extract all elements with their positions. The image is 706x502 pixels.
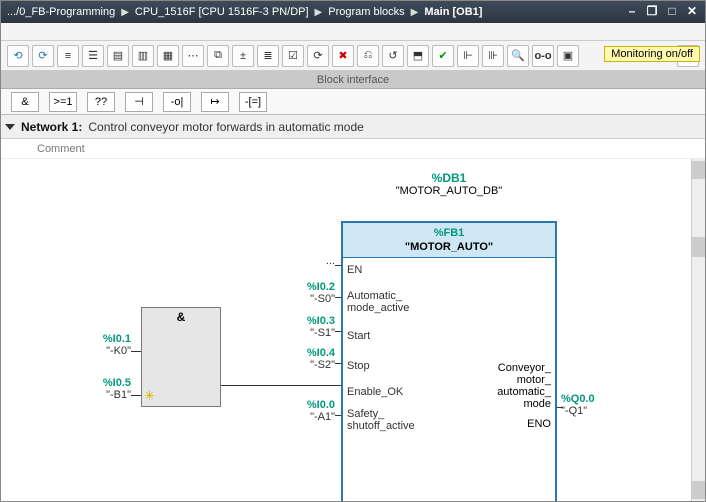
tool-btn-7[interactable]: ▦ bbox=[157, 45, 179, 67]
tool-btn-13[interactable]: ⟳ bbox=[307, 45, 329, 67]
tool-btn-21[interactable]: 🔍 bbox=[507, 45, 529, 67]
maximize-button[interactable]: □ bbox=[663, 4, 681, 20]
tool-btn-1[interactable]: ⟲ bbox=[7, 45, 29, 67]
monitoring-tooltip: Monitoring on/off bbox=[604, 46, 700, 62]
tool-btn-12[interactable]: ☑ bbox=[282, 45, 304, 67]
minimize-button[interactable]: – bbox=[623, 4, 641, 20]
en-dots: ... bbox=[289, 255, 335, 267]
db-name: "MOTOR_AUTO_DB" bbox=[361, 185, 537, 197]
tool-btn-8[interactable]: ⋯ bbox=[182, 45, 204, 67]
pin-enableok: Enable_OK bbox=[347, 386, 403, 398]
fb-block[interactable]: %FB1 "MOTOR_AUTO" EN Automatic_mode_acti… bbox=[341, 221, 557, 501]
pin-eno: ENO bbox=[527, 418, 551, 430]
network-header[interactable]: Network 1: Control conveyor motor forwar… bbox=[1, 115, 705, 139]
tool-btn-23[interactable]: ▣ bbox=[557, 45, 579, 67]
pin-auto: Automatic_mode_active bbox=[347, 290, 409, 314]
fb-name: "MOTOR_AUTO" bbox=[345, 241, 553, 253]
title-bar: .../0_FB-Programming▶ CPU_1516F [CPU 151… bbox=[1, 1, 705, 23]
tool-btn-3[interactable]: ≡ bbox=[57, 45, 79, 67]
block-interface-bar[interactable]: Block interface bbox=[1, 71, 705, 89]
close-button[interactable]: ✕ bbox=[683, 4, 701, 20]
addr-q1: %Q0.0 bbox=[561, 393, 595, 405]
network-desc: Control conveyor motor forwards in autom… bbox=[88, 120, 363, 134]
toolbar: ⟲ ⟳ ≡ ☰ ▤ ▥ ▦ ⋯ ⧉ ± ≣ ☑ ⟳ ✖ ⎌ ↺ ⬒ ✔ ⊩ ⊪ … bbox=[1, 41, 705, 71]
db-address: %DB1 bbox=[361, 171, 537, 185]
tool-btn-19[interactable]: ⊩ bbox=[457, 45, 479, 67]
tag-s1: "-S1" bbox=[281, 327, 335, 339]
tag-s2: "-S2" bbox=[281, 359, 335, 371]
diagram-canvas[interactable]: %DB1 "MOTOR_AUTO_DB" %FB1 "MOTOR_AUTO" E… bbox=[1, 159, 705, 501]
tool-btn-17[interactable]: ⬒ bbox=[407, 45, 429, 67]
collapse-arrow-icon[interactable] bbox=[5, 124, 15, 130]
addr-s1: %I0.3 bbox=[281, 315, 335, 327]
and-block[interactable]: & ✳ bbox=[141, 307, 221, 407]
tool-btn-16[interactable]: ↺ bbox=[382, 45, 404, 67]
restore-button[interactable]: ❐ bbox=[643, 4, 661, 20]
tool-btn-9[interactable]: ⧉ bbox=[207, 45, 229, 67]
addr-s2: %I0.4 bbox=[281, 347, 335, 359]
tool-btn-14[interactable]: ✖ bbox=[332, 45, 354, 67]
addr-a1: %I0.0 bbox=[281, 399, 335, 411]
tool-btn-15[interactable]: ⎌ bbox=[357, 45, 379, 67]
tool-btn-10[interactable]: ± bbox=[232, 45, 254, 67]
edge-marker-icon: ✳ bbox=[144, 388, 155, 404]
tag-b1: "-B1" bbox=[71, 389, 131, 401]
tool-btn-4[interactable]: ☰ bbox=[82, 45, 104, 67]
network-comment[interactable]: Comment bbox=[1, 139, 705, 159]
and-title: & bbox=[142, 308, 220, 324]
palette-not[interactable]: ⊣ bbox=[125, 92, 153, 112]
addr-k0: %I0.1 bbox=[71, 333, 131, 345]
palette-box[interactable]: ?? bbox=[87, 92, 115, 112]
palette-assign[interactable]: -o| bbox=[163, 92, 191, 112]
pin-stop: Stop bbox=[347, 360, 370, 372]
palette-jump[interactable]: ↦ bbox=[201, 92, 229, 112]
tool-btn-6[interactable]: ▥ bbox=[132, 45, 154, 67]
tag-k0: "-K0" bbox=[71, 345, 131, 357]
fb-address: %FB1 bbox=[345, 227, 553, 239]
network-title: Network 1: bbox=[21, 120, 82, 134]
tag-a1: "-A1" bbox=[281, 411, 335, 423]
pin-conveyor: Conveyor_motor_automatic_mode bbox=[497, 362, 551, 410]
addr-b1: %I0.5 bbox=[71, 377, 131, 389]
breadcrumb: .../0_FB-Programming▶ CPU_1516F [CPU 151… bbox=[7, 6, 482, 18]
palette-ge1[interactable]: >=1 bbox=[49, 92, 77, 112]
tool-btn-11[interactable]: ≣ bbox=[257, 45, 279, 67]
addr-s0: %I0.2 bbox=[281, 281, 335, 293]
tag-s0: "-S0" bbox=[281, 293, 335, 305]
tag-q1: "-Q1" bbox=[561, 405, 595, 417]
pin-safety: Safety_shutoff_active bbox=[347, 408, 415, 432]
tool-btn-18[interactable]: ✔ bbox=[432, 45, 454, 67]
palette: & >=1 ?? ⊣ -o| ↦ -[=] bbox=[1, 89, 705, 115]
palette-and[interactable]: & bbox=[11, 92, 39, 112]
tool-btn-20[interactable]: ⊪ bbox=[482, 45, 504, 67]
tool-btn-5[interactable]: ▤ bbox=[107, 45, 129, 67]
pin-en: EN bbox=[347, 264, 362, 276]
palette-branch[interactable]: -[=] bbox=[239, 92, 267, 112]
pin-start: Start bbox=[347, 330, 370, 342]
monitoring-button[interactable]: ο-ο bbox=[532, 45, 554, 67]
tool-btn-2[interactable]: ⟳ bbox=[32, 45, 54, 67]
